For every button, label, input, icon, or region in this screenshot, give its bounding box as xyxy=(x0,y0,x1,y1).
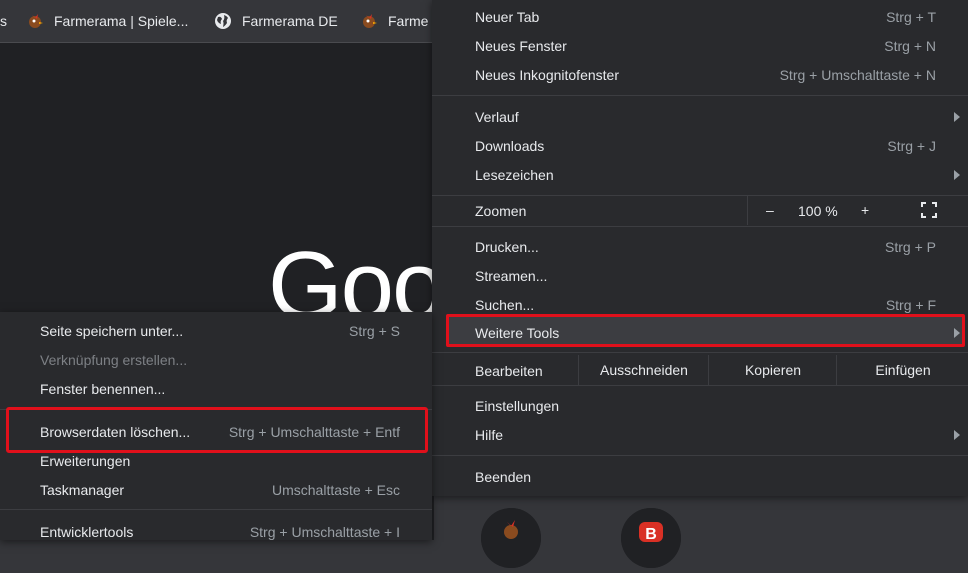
menu-item-shortcut: Strg + J xyxy=(887,137,936,154)
submenu-item-developer-tools[interactable]: Entwicklertools Strg + Umschalttaste + I xyxy=(0,517,432,546)
rooster-icon xyxy=(29,14,43,28)
cut-button[interactable]: Ausschneiden xyxy=(578,355,709,385)
bookmark-farmerama-de[interactable]: Farmerama DE xyxy=(214,0,338,42)
submenu-arrow-icon xyxy=(954,327,960,338)
bookmark-farmerama-partial[interactable]: Farme xyxy=(360,0,428,42)
menu-item-edit: Bearbeiten Ausschneiden Kopieren Einfüge… xyxy=(432,355,968,385)
submenu-arrow-icon xyxy=(954,429,960,440)
fullscreen-icon[interactable] xyxy=(921,202,937,218)
menu-item-label: Suchen... xyxy=(475,296,535,313)
menu-item-history[interactable]: Verlauf xyxy=(432,102,968,131)
menu-item-more-tools[interactable]: Weitere Tools xyxy=(432,318,968,347)
zoom-out-button[interactable]: – xyxy=(766,202,774,218)
svg-text:B: B xyxy=(645,526,657,543)
menu-item-label: Neuer Tab xyxy=(475,8,540,25)
bookmark-partial[interactable]: s xyxy=(0,0,7,42)
menu-item-shortcut: Strg + F xyxy=(885,296,936,313)
menu-item-label: Taskmanager xyxy=(40,482,125,498)
submenu-item-create-shortcut: Verknüpfung erstellen... xyxy=(0,345,432,374)
menu-separator xyxy=(432,385,968,386)
submenu-item-save-page[interactable]: Seite speichern unter... Strg + S xyxy=(0,316,432,345)
menu-item-bookmarks[interactable]: Lesezeichen xyxy=(432,160,968,189)
shortcut-tile-b[interactable]: B xyxy=(621,508,681,568)
menu-item-shortcut: Umschalttaste + Esc xyxy=(272,482,400,498)
menu-item-zoom: Zoomen – 100 % + xyxy=(432,196,968,225)
menu-item-new-window[interactable]: Neues Fenster Strg + N xyxy=(432,31,968,60)
bookmark-label: s xyxy=(0,13,7,29)
menu-item-label: Verlauf xyxy=(475,108,519,125)
zoom-label: Zoomen xyxy=(475,203,527,219)
menu-item-label: Verknüpfung erstellen... xyxy=(40,352,188,368)
menu-item-label: Neues Fenster xyxy=(475,37,567,54)
bookmark-label: Farmerama DE xyxy=(242,13,338,29)
menu-item-exit[interactable]: Beenden xyxy=(432,462,968,491)
menu-item-label: Drucken... xyxy=(475,238,539,255)
b-logo-icon: B xyxy=(621,508,681,568)
menu-separator xyxy=(432,352,968,353)
menu-item-new-incognito-window[interactable]: Neues Inkognitofenster Strg + Umschaltta… xyxy=(432,60,968,89)
rooster-icon xyxy=(363,14,377,28)
zoom-in-button[interactable]: + xyxy=(861,202,869,218)
globe-icon xyxy=(215,13,231,29)
paste-button[interactable]: Einfügen xyxy=(836,355,968,385)
menu-item-settings[interactable]: Einstellungen xyxy=(432,391,968,420)
menu-item-help[interactable]: Hilfe xyxy=(432,420,968,449)
menu-item-label: Erweiterungen xyxy=(40,453,131,469)
menu-item-cast[interactable]: Streamen... xyxy=(432,261,968,290)
menu-separator xyxy=(432,95,968,96)
highlight-clear-browsing-data xyxy=(6,407,428,453)
menu-item-print[interactable]: Drucken... Strg + P xyxy=(432,232,968,261)
edit-label: Bearbeiten xyxy=(475,363,543,379)
menu-item-label: Hilfe xyxy=(475,426,504,443)
bookmark-label: Farme xyxy=(388,13,429,29)
submenu-item-name-window[interactable]: Fenster benennen... xyxy=(0,374,432,403)
zoom-level: 100 % xyxy=(798,203,838,219)
submenu-item-task-manager[interactable]: Taskmanager Umschalttaste + Esc xyxy=(0,475,432,504)
submenu-arrow-icon xyxy=(954,169,960,180)
menu-separator xyxy=(432,455,968,456)
menu-item-label: Fenster benennen... xyxy=(40,381,166,397)
menu-item-downloads[interactable]: Downloads Strg + J xyxy=(432,131,968,160)
menu-item-label: Seite speichern unter... xyxy=(40,323,184,339)
menu-item-label: Beenden xyxy=(475,468,532,485)
menu-item-label: Einstellungen xyxy=(475,397,560,414)
copy-button[interactable]: Kopieren xyxy=(708,355,837,385)
menu-item-shortcut: Strg + Umschalttaste + I xyxy=(249,524,400,540)
menu-item-label: Downloads xyxy=(475,137,545,154)
menu-item-label: Neues Inkognitofenster xyxy=(475,66,619,83)
zoom-controls: – 100 % + xyxy=(747,196,968,225)
menu-item-label: Streamen... xyxy=(475,267,548,284)
menu-item-shortcut: Strg + S xyxy=(349,323,400,339)
rooster-icon xyxy=(481,508,541,568)
bookmark-label: Farmerama | Spiele... xyxy=(54,13,189,29)
submenu-arrow-icon xyxy=(954,111,960,122)
shortcut-tile-farmerama[interactable] xyxy=(481,508,541,568)
menu-item-shortcut: Strg + T xyxy=(886,8,936,25)
menu-item-shortcut: Strg + Umschalttaste + N xyxy=(779,66,936,83)
menu-item-label: Lesezeichen xyxy=(475,166,554,183)
bookmark-farmerama-spiele[interactable]: Farmerama | Spiele... xyxy=(26,0,188,42)
menu-item-shortcut: Strg + N xyxy=(884,37,936,54)
menu-item-shortcut: Strg + P xyxy=(885,238,936,255)
menu-item-label: Weitere Tools xyxy=(475,324,560,341)
menu-separator xyxy=(0,509,432,510)
menu-separator xyxy=(432,226,968,227)
menu-item-new-tab[interactable]: Neuer Tab Strg + T xyxy=(432,2,968,31)
menu-item-label: Entwicklertools xyxy=(40,524,134,540)
